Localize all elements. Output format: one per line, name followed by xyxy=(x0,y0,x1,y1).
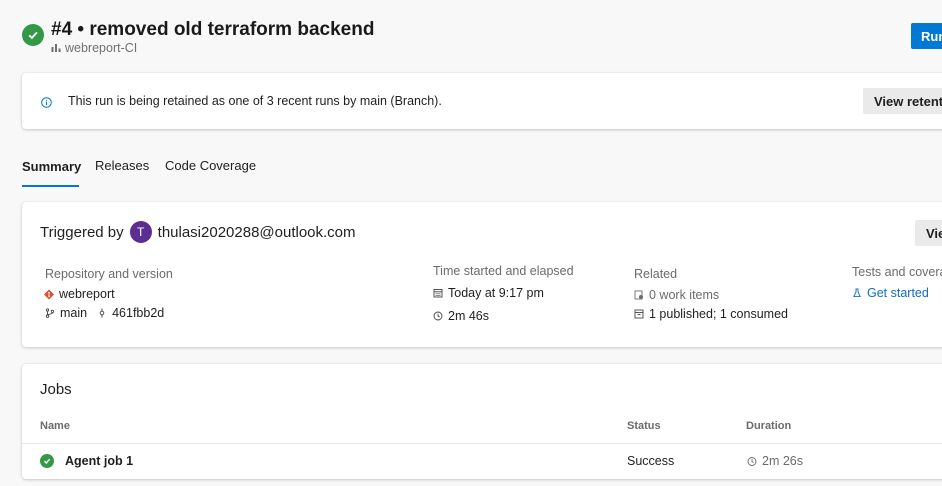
tab-summary[interactable]: Summary xyxy=(22,159,81,174)
pipeline-icon xyxy=(51,43,61,53)
started-time: Today at 9:17 pm xyxy=(448,286,544,300)
job-duration-value: 2m 26s xyxy=(762,454,803,468)
artifact-icon xyxy=(634,309,644,319)
view-retention-leases-label: View retention leases xyxy=(874,93,942,109)
avatar: T xyxy=(129,221,152,243)
commit-hash[interactable]: 461fbb2d xyxy=(112,306,164,320)
artifacts-link[interactable]: 1 published; 1 consumed xyxy=(634,307,788,321)
triggered-by-label: Triggered by xyxy=(40,223,124,241)
info-icon xyxy=(41,95,52,113)
tab-active-indicator xyxy=(22,185,79,187)
commit-icon xyxy=(97,308,107,318)
retention-banner: This run is being retained as one of 3 r… xyxy=(22,73,942,129)
time-label: Time started and elapsed xyxy=(433,264,574,278)
triggered-by-user[interactable]: thulasi2020288@outlook.com xyxy=(158,224,356,241)
job-name: Agent job 1 xyxy=(65,454,134,468)
get-started-label: Get started xyxy=(867,286,929,300)
time-elapsed: 2m 46s xyxy=(433,309,489,323)
artifacts-summary: 1 published; 1 consumed xyxy=(649,307,788,321)
view-button-label: View xyxy=(926,225,942,241)
calendar-icon xyxy=(433,288,443,298)
run-pipeline-button[interactable]: Run xyxy=(911,23,942,49)
column-name: Name xyxy=(40,420,70,432)
tests-coverage-label: Tests and coverage xyxy=(852,265,942,279)
column-status: Status xyxy=(627,420,661,432)
branch-name[interactable]: main xyxy=(60,306,87,320)
table-row[interactable]: Agent job 1 Success 2m 26s xyxy=(22,444,942,478)
branch-version: main 461fbb2d xyxy=(45,306,164,320)
repository-link[interactable]: webreport xyxy=(44,287,115,301)
view-retention-leases-button[interactable]: View retention leases xyxy=(863,88,942,114)
clock-icon xyxy=(747,456,757,466)
time-started: Today at 9:17 pm xyxy=(433,286,544,300)
beaker-icon xyxy=(852,288,862,298)
work-item-icon xyxy=(634,290,644,300)
related-label: Related xyxy=(634,267,678,281)
elapsed-time: 2m 46s xyxy=(448,309,489,323)
pipeline-name: webreport-CI xyxy=(65,41,138,55)
get-started-link[interactable]: Get started xyxy=(852,286,929,300)
success-check-icon xyxy=(40,454,54,468)
column-duration: Duration xyxy=(746,420,792,432)
git-repo-icon xyxy=(44,288,54,300)
view-changes-button[interactable]: View xyxy=(915,220,942,246)
branch-icon xyxy=(45,308,55,318)
repository-name: webreport xyxy=(59,287,115,301)
avatar-initial: T xyxy=(136,225,145,239)
job-status: Success xyxy=(627,454,675,468)
clock-icon xyxy=(433,311,443,321)
jobs-title: Jobs xyxy=(40,381,72,398)
retention-message: This run is being retained as one of 3 r… xyxy=(68,94,442,108)
pipeline-link[interactable]: webreport-CI xyxy=(51,41,137,55)
summary-card: Triggered by T thulasi2020288@outlook.co… xyxy=(22,202,942,347)
jobs-card: Jobs Name Status Duration Agent job 1 Su… xyxy=(22,364,942,479)
job-duration: 2m 26s xyxy=(747,454,803,468)
triggered-by: Triggered by T thulasi2020288@outlook.co… xyxy=(40,221,356,243)
tab-code-coverage[interactable]: Code Coverage xyxy=(165,158,256,173)
work-items[interactable]: 0 work items xyxy=(634,288,719,302)
run-title: #4 • removed old terraform backend xyxy=(51,19,375,40)
repository-label: Repository and version xyxy=(45,267,173,281)
tab-releases[interactable]: Releases xyxy=(95,158,149,173)
work-items-count: 0 work items xyxy=(649,288,720,302)
run-status-success-icon xyxy=(22,24,44,46)
